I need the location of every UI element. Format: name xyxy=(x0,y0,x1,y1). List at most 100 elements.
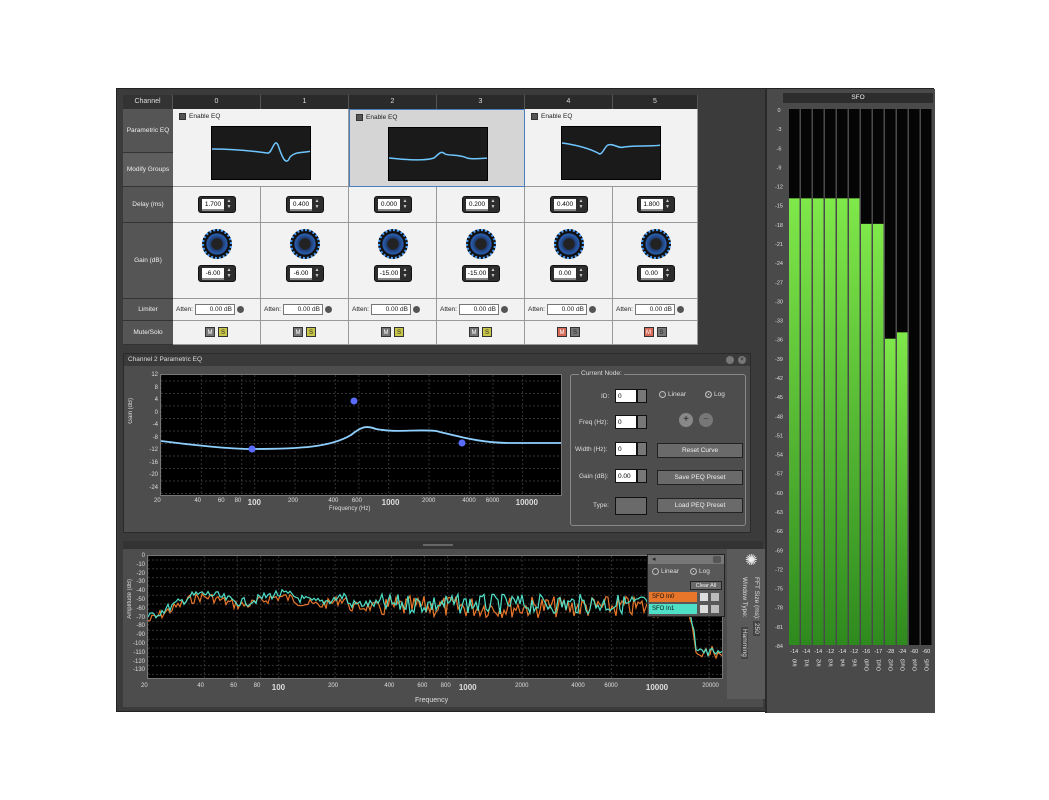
gain-input[interactable]: 0.00 xyxy=(615,469,637,483)
gain-spinner-1[interactable]: -6.00 ▲ ▼ xyxy=(286,265,324,282)
mute-button-1[interactable]: M xyxy=(293,327,303,337)
gain-slider-0[interactable] xyxy=(202,278,224,280)
trash-icon-0[interactable] xyxy=(711,593,719,601)
pause-icon-1[interactable] xyxy=(700,605,708,613)
gain-knob-0[interactable] xyxy=(202,229,232,259)
clear-all-button[interactable]: Clear All xyxy=(690,581,722,590)
gain-knob-5[interactable] xyxy=(640,229,671,259)
window-type-select[interactable]: Hamming xyxy=(741,627,748,659)
gain-spinner-2[interactable]: -15.00 ▲ ▼ xyxy=(374,265,412,282)
splitter-grip-icon[interactable] xyxy=(423,544,453,546)
solo-button-2[interactable]: S xyxy=(394,327,404,337)
delay-stepper-icon-4[interactable]: ▲ ▼ xyxy=(577,198,585,210)
atten-input-4[interactable]: 0.00 dB xyxy=(546,304,587,315)
delay-stepper-icon-3[interactable]: ▲ ▼ xyxy=(489,198,497,210)
remove-node-icon[interactable]: − xyxy=(699,413,713,427)
delay-spinner-4[interactable]: 0.400 ▲ ▼ xyxy=(550,196,588,213)
enable-eq-checkbox-0[interactable]: Enable EQ xyxy=(179,113,220,120)
type-select[interactable] xyxy=(615,497,647,515)
gain-slider-3[interactable] xyxy=(466,278,488,280)
delay-slider-5[interactable] xyxy=(640,209,663,211)
delay-slider-0[interactable] xyxy=(202,209,224,211)
close-icon[interactable]: × xyxy=(738,356,746,364)
mute-button-0[interactable]: M xyxy=(205,327,215,337)
solo-button-3[interactable]: S xyxy=(482,327,492,337)
gear-icon[interactable]: ✺ xyxy=(745,553,761,569)
delay-slider-1[interactable] xyxy=(290,209,312,211)
limiter-toggle-icon-3[interactable] xyxy=(500,306,508,313)
enable-eq-checkbox-2[interactable]: Enable EQ xyxy=(531,113,572,120)
gain-spinner-3[interactable]: -15.00 ▲ ▼ xyxy=(462,265,500,282)
limiter-toggle-icon-1[interactable] xyxy=(324,306,332,313)
delay-spinner-5[interactable]: 1.800 ▲ ▼ xyxy=(636,196,675,213)
gain-stepper-icon-4[interactable]: ▲ ▼ xyxy=(577,267,585,279)
peq-node-0[interactable] xyxy=(248,445,256,453)
spectrum-linear-radio[interactable]: Linear xyxy=(652,568,679,575)
delay-spinner-0[interactable]: 1.700 ▲ ▼ xyxy=(198,196,236,213)
width-stepper[interactable] xyxy=(637,442,647,456)
collapse-icon[interactable] xyxy=(713,556,721,563)
mute-button-3[interactable]: M xyxy=(469,327,479,337)
reset-curve-button[interactable]: Reset Curve xyxy=(657,443,743,458)
trash-icon-1[interactable] xyxy=(711,605,719,613)
delay-stepper-icon-5[interactable]: ▲ ▼ xyxy=(664,198,672,210)
gain-stepper-icon-2[interactable]: ▲ ▼ xyxy=(401,267,409,279)
solo-button-0[interactable]: S xyxy=(218,327,228,337)
trace-item-sfo-in1[interactable]: SFO In1 xyxy=(649,604,697,614)
panel-splitter[interactable] xyxy=(123,541,763,549)
delay-spinner-1[interactable]: 0.400 ▲ ▼ xyxy=(286,196,324,213)
gain-knob-3[interactable] xyxy=(466,229,496,259)
trace-item-sfo-in0[interactable]: SFO In0 xyxy=(649,592,697,602)
gain-stepper[interactable] xyxy=(637,469,647,483)
add-node-icon[interactable]: + xyxy=(679,413,693,427)
spectrum-log-radio[interactable]: Log xyxy=(690,568,710,575)
minimize-icon[interactable] xyxy=(726,356,734,364)
width-input[interactable]: 0 xyxy=(615,442,637,456)
gain-stepper-icon-1[interactable]: ▲ ▼ xyxy=(313,267,321,279)
atten-input-2[interactable]: 0.00 dB xyxy=(370,304,411,315)
gain-slider-4[interactable] xyxy=(554,278,576,280)
gain-spinner-0[interactable]: -6.00 ▲ ▼ xyxy=(198,265,236,282)
gain-slider-2[interactable] xyxy=(378,278,400,280)
gain-knob-4[interactable] xyxy=(554,229,584,259)
pause-icon-0[interactable] xyxy=(700,593,708,601)
freq-stepper[interactable] xyxy=(637,415,647,429)
modify-groups-button[interactable]: Modify Groups xyxy=(123,153,173,187)
delay-slider-3[interactable] xyxy=(466,209,488,211)
peq-node-2[interactable] xyxy=(458,439,466,447)
delay-slider-4[interactable] xyxy=(554,209,576,211)
log-radio[interactable]: Log xyxy=(705,391,725,398)
delay-spinner-2[interactable]: 0.000 ▲ ▼ xyxy=(374,196,412,213)
solo-button-5[interactable]: S xyxy=(656,327,667,337)
atten-input-1[interactable]: 0.00 dB xyxy=(282,304,323,315)
limiter-toggle-icon-2[interactable] xyxy=(412,306,420,313)
fft-size-input[interactable]: 250 xyxy=(753,621,760,636)
solo-button-4[interactable]: S xyxy=(570,327,580,337)
atten-input-0[interactable]: 0.00 dB xyxy=(194,304,235,315)
mute-button-4[interactable]: M xyxy=(557,327,567,337)
delay-stepper-icon-2[interactable]: ▲ ▼ xyxy=(401,198,409,210)
peq-group-2[interactable]: Enable EQ xyxy=(525,109,698,187)
delay-slider-2[interactable] xyxy=(378,209,400,211)
delay-spinner-3[interactable]: 0.200 ▲ ▼ xyxy=(462,196,500,213)
gain-knob-1[interactable] xyxy=(290,229,320,259)
atten-input-5[interactable]: 0.00 dB xyxy=(634,304,675,315)
limiter-toggle-icon-4[interactable] xyxy=(588,306,596,313)
gain-knob-2[interactable] xyxy=(378,229,408,259)
freq-input[interactable]: 0 xyxy=(615,415,637,429)
peq-plot[interactable] xyxy=(160,374,562,496)
delay-stepper-icon-1[interactable]: ▲ ▼ xyxy=(313,198,321,210)
solo-button-1[interactable]: S xyxy=(306,327,316,337)
limiter-toggle-icon-5[interactable] xyxy=(676,306,684,313)
load-peq-preset-button[interactable]: Load PEQ Preset xyxy=(657,498,743,513)
delay-stepper-icon-0[interactable]: ▲ ▼ xyxy=(225,198,233,210)
gain-stepper-icon-3[interactable]: ▲ ▼ xyxy=(489,267,497,279)
gain-spinner-4[interactable]: 0.00 ▲ ▼ xyxy=(550,265,588,282)
gain-slider-1[interactable] xyxy=(290,278,312,280)
limiter-toggle-icon-0[interactable] xyxy=(236,306,244,313)
linear-radio[interactable]: Linear xyxy=(659,391,686,398)
atten-input-3[interactable]: 0.00 dB xyxy=(458,304,499,315)
mute-button-2[interactable]: M xyxy=(381,327,391,337)
gain-slider-5[interactable] xyxy=(640,278,663,280)
gain-stepper-icon-5[interactable]: ▲ ▼ xyxy=(664,267,672,279)
